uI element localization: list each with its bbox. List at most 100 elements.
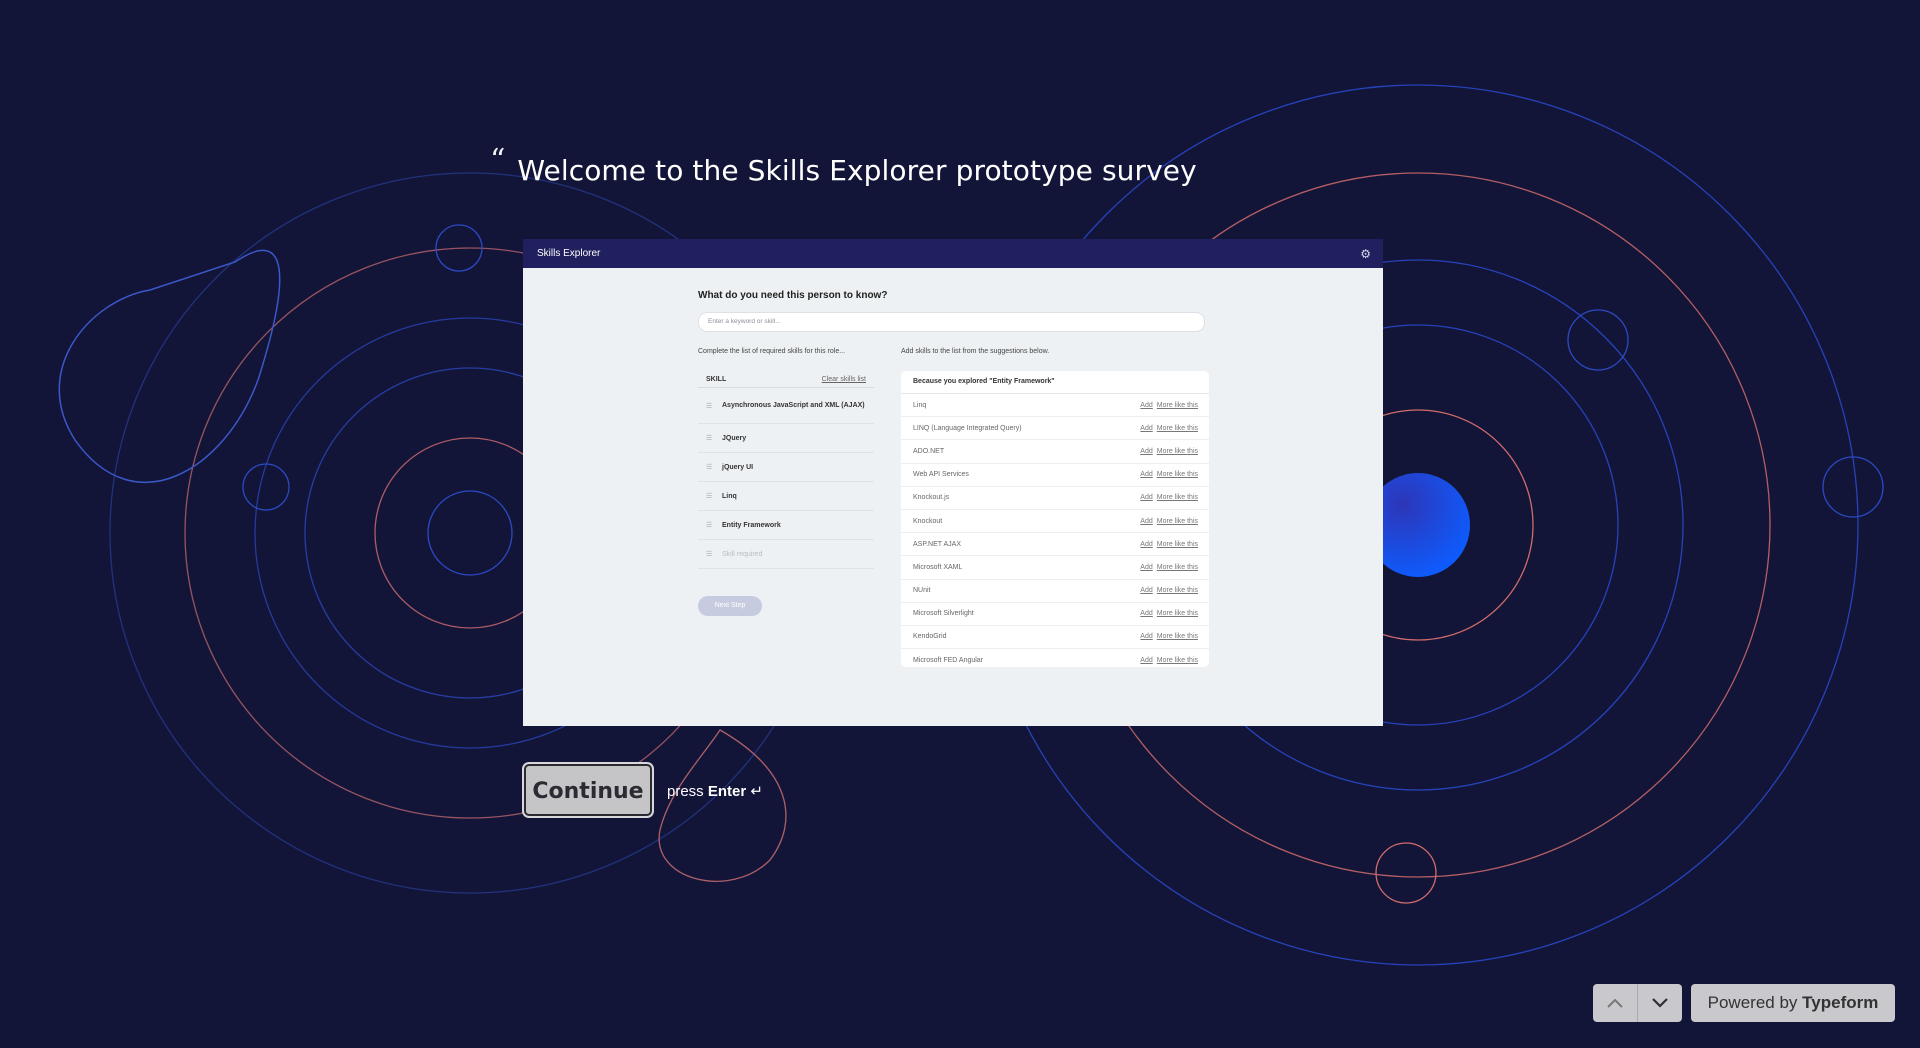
question-header: “ Welcome to the Skills Explorer prototy… [490,143,1197,188]
suggestion-actions: Add More like this [1136,425,1198,432]
suggestion-more-link: More like this [1156,563,1198,571]
next-question-button[interactable] [1638,984,1682,1022]
suggestion-row: LINQ (Language Integrated Query) Add More … [901,417,1209,441]
suggestion-add-link: Add [1140,471,1153,479]
skill-placeholder-label: Skill required [722,550,763,558]
suggestion-row: ASP.NET AJAX Add More like this [901,533,1209,557]
press-hint-key: Enter [707,783,747,800]
suggestion-actions: Add More like this [1136,448,1198,455]
suggestion-label: Web API Services [913,471,969,479]
chevron-down-icon [1652,998,1668,1008]
suggestion-row: Microsoft FED Angular Add More like this [901,649,1209,667]
gear-icon: ⚙ [1360,246,1371,261]
suggestion-label: ADO.NET [913,447,945,455]
suggestion-more-link: More like this [1156,401,1198,409]
suggestion-add-link: Add [1140,494,1153,502]
suggestions-header: Because you explored "Entity Framework" [901,371,1209,394]
drag-handle-icon: ☰ [706,435,713,442]
suggestion-row: NUnit Add More like this [901,580,1209,603]
powered-by-brand: Typeform [1802,993,1879,1012]
suggestion-label: KendoGrid [913,633,947,641]
suggestion-actions: Add More like this [1136,541,1198,548]
suggestion-add-link: Add [1140,401,1153,409]
skill-column-header: SKILL [706,375,727,383]
suggestion-add-link: Add [1140,563,1153,571]
press-hint-prefix: press [667,783,704,800]
suggestion-more-link: More like this [1156,540,1198,548]
quote-icon: “ [490,143,506,178]
suggestion-actions: Add More like this [1136,610,1198,617]
suggestion-row: Linq Add More like this [901,394,1209,418]
skill-row: ☰ JQuery [698,424,874,453]
drag-handle-icon: ☰ [706,493,713,500]
suggestion-actions: Add More like this [1136,633,1198,640]
screenshot-titlebar: Skills Explorer ⚙ [523,239,1383,268]
suggestion-more-link: More like this [1156,633,1198,641]
suggestion-label: Microsoft FED Angular [913,656,984,664]
drag-handle-icon: ☰ [706,402,713,410]
question-title: Welcome to the Skills Explorer prototype… [517,154,1197,187]
skill-label: Asynchronous JavaScript and XML (AJAX) [722,402,865,409]
suggestion-label: Microsoft XAML [913,563,963,571]
suggestion-label: ASP.NET AJAX [913,540,961,548]
skill-row: ☰ Asynchronous JavaScript and XML (AJAX) [698,388,874,424]
skill-label: Entity Framework [722,521,781,529]
suggestion-label: NUnit [913,587,931,595]
press-enter-hint: press Enter ↵ [667,782,763,800]
suggestion-more-link: More like this [1156,447,1198,455]
suggestion-label: Microsoft Silverlight [913,610,974,618]
suggestion-row: Microsoft XAML Add More like this [901,556,1209,580]
suggestion-more-link: More like this [1156,587,1198,595]
skill-row: ☰ jQuery UI [698,453,874,482]
screenshot-suggestions-panel: Because you explored "Entity Framework" … [901,371,1209,667]
screenshot-prompt: What do you need this person to know? [698,290,888,301]
clear-skills-link: Clear skills list [821,375,866,383]
suggestion-row: Knockout Add More like this [901,510,1209,534]
drag-handle-icon: ☰ [706,464,713,471]
previous-question-button[interactable] [1593,984,1638,1022]
suggestion-add-link: Add [1140,424,1153,432]
powered-by-typeform-link[interactable]: Powered by Typeform [1691,984,1895,1022]
suggestion-row: Web API Services Add More like this [901,464,1209,487]
suggestion-actions: Add More like this [1136,402,1198,409]
drag-handle-icon: ☰ [706,551,713,558]
screenshot-left-note: Complete the list of required skills for… [698,348,846,355]
suggestion-more-link: More like this [1156,471,1198,479]
suggestion-add-link: Add [1140,447,1153,455]
suggestion-label: LINQ (Language Integrated Query) [913,424,1022,432]
suggestion-label: Knockout.js [913,494,950,502]
suggestion-add-link: Add [1140,633,1153,641]
suggestion-add-link: Add [1140,517,1153,525]
continue-button[interactable]: Continue [524,764,652,816]
suggestion-add-link: Add [1140,540,1153,548]
suggestion-actions: Add More like this [1136,657,1198,664]
suggestion-add-link: Add [1140,656,1153,664]
suggestion-more-link: More like this [1156,494,1198,502]
skill-label: Linq [722,492,737,500]
enter-icon: ↵ [750,783,763,800]
suggestion-more-link: More like this [1156,424,1198,432]
suggestion-row: KendoGrid Add More like this [901,626,1209,650]
skill-row-placeholder: ☰ Skill required [698,540,874,569]
suggestion-more-link: More like this [1156,656,1198,664]
screenshot-app-title: Skills Explorer [537,248,601,259]
suggestion-list: Linq Add More like this LINQ (Language Inte… [901,394,1209,667]
suggestion-label: Linq [913,401,927,409]
suggestion-row: ADO.NET Add More like this [901,440,1209,464]
suggestion-actions: Add More like this [1136,587,1198,594]
suggestion-label: Knockout [913,517,943,525]
screenshot-skill-list: SKILL Clear skills list ☰ Asynchronous Ja… [698,371,874,569]
skill-row: ☰ Entity Framework [698,511,874,540]
screenshot-search-input: Enter a keyword or skill... [698,312,1205,332]
chevron-up-icon [1607,998,1623,1008]
embedded-screenshot: Skills Explorer ⚙ What do you need this … [523,239,1383,726]
suggestion-more-link: More like this [1156,610,1198,618]
suggestion-add-link: Add [1140,587,1153,595]
suggestion-actions: Add More like this [1136,564,1198,571]
skill-list-header: SKILL Clear skills list [698,371,874,388]
skill-label: jQuery UI [722,463,754,471]
suggestion-more-link: More like this [1156,517,1198,525]
suggestion-add-link: Add [1140,610,1153,618]
question-navigation [1593,984,1682,1022]
screenshot-right-note: Add skills to the list from the suggesti… [901,348,1050,355]
